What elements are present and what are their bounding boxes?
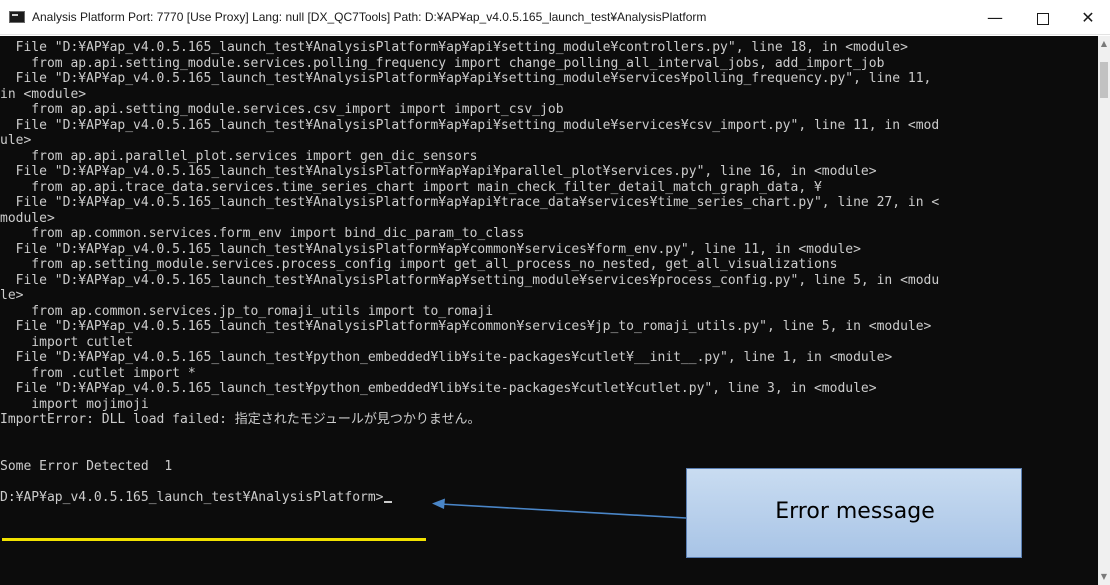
maximize-icon (1037, 12, 1049, 25)
console-icon[interactable] (9, 11, 25, 23)
terminal-line: File "D:¥AP¥ap_v4.0.5.165_launch_test¥An… (0, 71, 932, 86)
close-icon: ✕ (1081, 8, 1095, 27)
close-button[interactable]: ✕ (1066, 0, 1110, 35)
terminal-line: from ap.api.setting_module.services.csv_… (0, 102, 564, 117)
terminal-line: File "D:¥AP¥ap_v4.0.5.165_launch_test¥An… (0, 164, 877, 179)
text-cursor (383, 500, 392, 503)
terminal-line: File "D:¥AP¥ap_v4.0.5.165_launch_test¥An… (0, 319, 932, 334)
terminal-line: in <module> (0, 86, 87, 102)
terminal-line: import mojimoji (0, 396, 149, 412)
terminal-line: ImportError: DLL load failed: 指定されたモジュール… (0, 412, 481, 427)
terminal-line: File "D:¥AP¥ap_v4.0.5.165_launch_test¥py… (0, 350, 893, 365)
terminal-line: module> (0, 210, 55, 226)
terminal-line: from ap.api.parallel_plot.services impor… (0, 148, 478, 164)
terminal-line: File "D:¥AP¥ap_v4.0.5.165_launch_test¥An… (0, 117, 940, 133)
maximize-button[interactable] (1020, 0, 1066, 35)
window-title: Analysis Platform Port: 7770 [Use Proxy]… (32, 10, 707, 24)
error-underline (2, 538, 426, 541)
terminal-lines: File "D:¥AP¥ap_v4.0.5.165_launch_test¥An… (0, 40, 939, 505)
minimize-button[interactable]: — (972, 0, 1018, 35)
terminal-line: File "D:¥AP¥ap_v4.0.5.165_launch_test¥An… (0, 272, 940, 288)
minimize-icon: — (987, 8, 1003, 27)
terminal-line: ule> (0, 133, 32, 148)
scroll-down-icon[interactable]: ▼ (1098, 571, 1110, 583)
vertical-scrollbar[interactable]: ▲ ▼ (1098, 36, 1110, 585)
terminal-line: from ap.common.services.form_env import … (0, 226, 525, 241)
terminal-line: File "D:¥AP¥ap_v4.0.5.165_launch_test¥An… (0, 241, 861, 257)
terminal-line: from ap.api.setting_module.services.poll… (0, 55, 885, 71)
scroll-thumb[interactable] (1100, 62, 1108, 98)
callout-label: Error message (775, 499, 935, 524)
scroll-up-icon[interactable]: ▲ (1098, 38, 1110, 50)
terminal-line: from .cutlet import * (0, 365, 196, 381)
error-message-callout: Error message (686, 468, 1022, 558)
terminal-line: import cutlet (0, 334, 134, 350)
terminal-line: File "D:¥AP¥ap_v4.0.5.165_launch_test¥py… (0, 381, 877, 396)
terminal-line: File "D:¥AP¥ap_v4.0.5.165_launch_test¥An… (0, 40, 908, 55)
terminal-line: File "D:¥AP¥ap_v4.0.5.165_launch_test¥An… (0, 195, 940, 210)
terminal-line: from ap.api.trace_data.services.time_ser… (0, 179, 822, 195)
terminal-line: from ap.common.services.jp_to_romaji_uti… (0, 303, 494, 319)
window-titlebar[interactable]: Analysis Platform Port: 7770 [Use Proxy]… (0, 0, 1110, 35)
terminal-line: le> (0, 288, 24, 303)
terminal-line: from ap.setting_module.services.process_… (0, 257, 838, 272)
